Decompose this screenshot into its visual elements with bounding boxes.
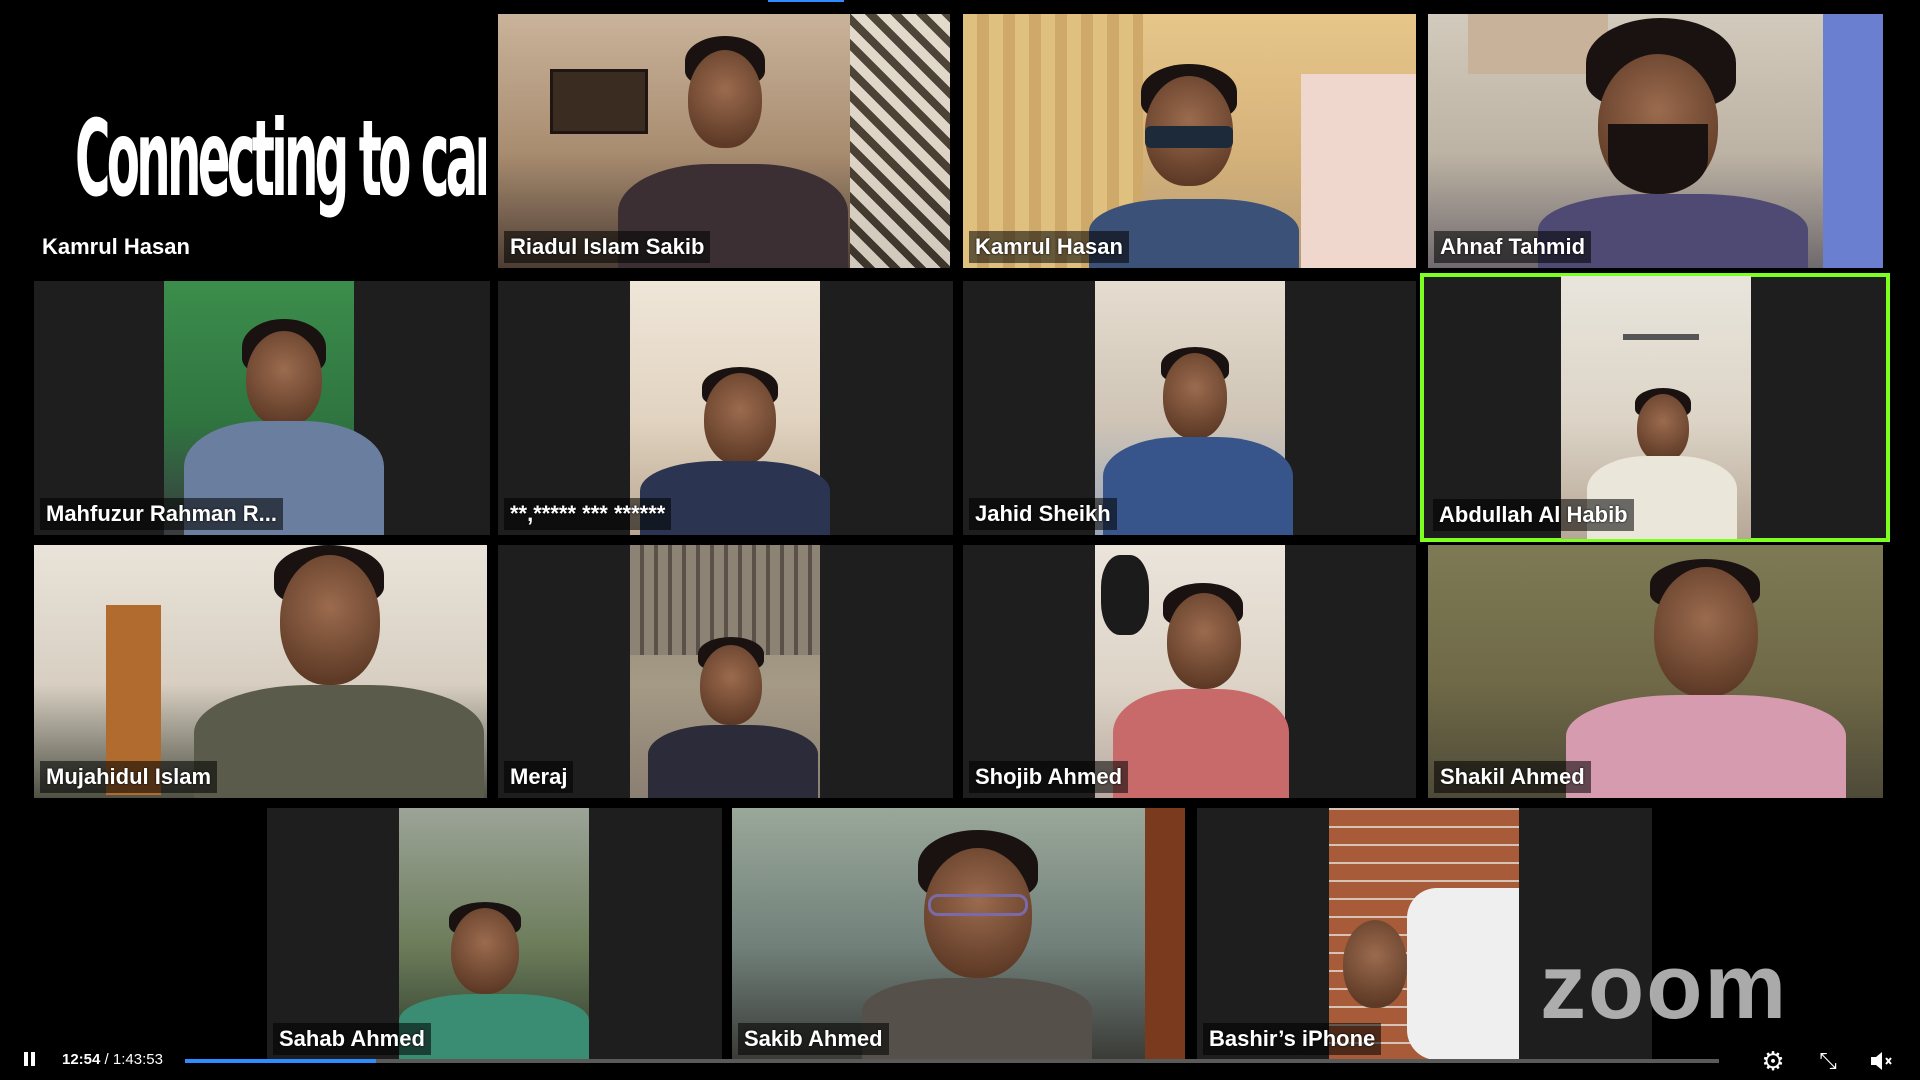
gear-icon[interactable]: ⚙ — [1758, 1046, 1788, 1076]
pause-icon[interactable] — [22, 1050, 40, 1068]
participant-tile[interactable]: Sakib Ahmed — [732, 808, 1185, 1060]
participant-name: Shojib Ahmed — [969, 761, 1129, 793]
timecode: 12:54 / 1:43:53 — [62, 1051, 163, 1068]
participant-tile[interactable]: Kamrul Hasan — [963, 14, 1416, 268]
participant-tile[interactable]: Shojib Ahmed — [963, 545, 1416, 798]
participant-name: Shakil Ahmed — [1434, 761, 1591, 793]
seek-bar[interactable] — [185, 1059, 1719, 1063]
exit-fullscreen-icon[interactable]: ⤡ — [1813, 1046, 1843, 1076]
participant-tile[interactable]: Ahnaf Tahmid — [1428, 14, 1883, 268]
participant-tile[interactable]: **,***** *** ****** — [498, 281, 953, 535]
participant-tile[interactable]: Mahfuzur Rahman R... — [34, 281, 490, 535]
participant-name: Ahnaf Tahmid — [1434, 231, 1592, 263]
participant-name: Riadul Islam Sakib — [504, 231, 711, 263]
camera-status-text: Connecting to camera... — [75, 99, 486, 221]
participant-name: Mahfuzur Rahman R... — [40, 498, 284, 530]
loading-indicator — [768, 0, 844, 2]
participant-name: Jahid Sheikh — [969, 498, 1117, 530]
time-separator: / — [100, 1051, 113, 1068]
volume-icon[interactable] — [1866, 1046, 1896, 1076]
current-time: 12:54 — [62, 1051, 101, 1068]
participant-tile[interactable]: Shakil Ahmed — [1428, 545, 1883, 798]
seek-bar-progress — [185, 1059, 376, 1063]
participant-name: Kamrul Hasan — [969, 231, 1129, 263]
participant-tile-active-speaker[interactable]: Abdullah Al Habib — [1420, 273, 1890, 542]
zoom-recording-player: Connecting to camera... Kamrul Hasan Ria… — [0, 0, 1920, 1080]
participant-tile[interactable]: Meraj — [498, 545, 953, 798]
participant-tile[interactable]: Jahid Sheikh — [963, 281, 1416, 535]
participant-name: Mujahidul Islam — [40, 761, 218, 793]
participant-name: Kamrul Hasan — [42, 234, 190, 259]
participant-name: Abdullah Al Habib — [1433, 499, 1634, 531]
participant-tile[interactable]: Riadul Islam Sakib — [498, 14, 950, 268]
zoom-logo: zoom — [1540, 936, 1789, 1038]
player-controls: 12:54 / 1:43:53 ⚙ ⤡ — [0, 1040, 1920, 1080]
participant-tile[interactable]: Mujahidul Islam — [34, 545, 487, 798]
duration: 1:43:53 — [112, 1051, 163, 1068]
participant-name: Meraj — [504, 761, 574, 793]
participant-tile[interactable]: Sahab Ahmed — [267, 808, 722, 1060]
participant-name: **,***** *** ****** — [504, 498, 672, 530]
participant-tile[interactable]: Connecting to camera... Kamrul Hasan — [30, 14, 486, 268]
